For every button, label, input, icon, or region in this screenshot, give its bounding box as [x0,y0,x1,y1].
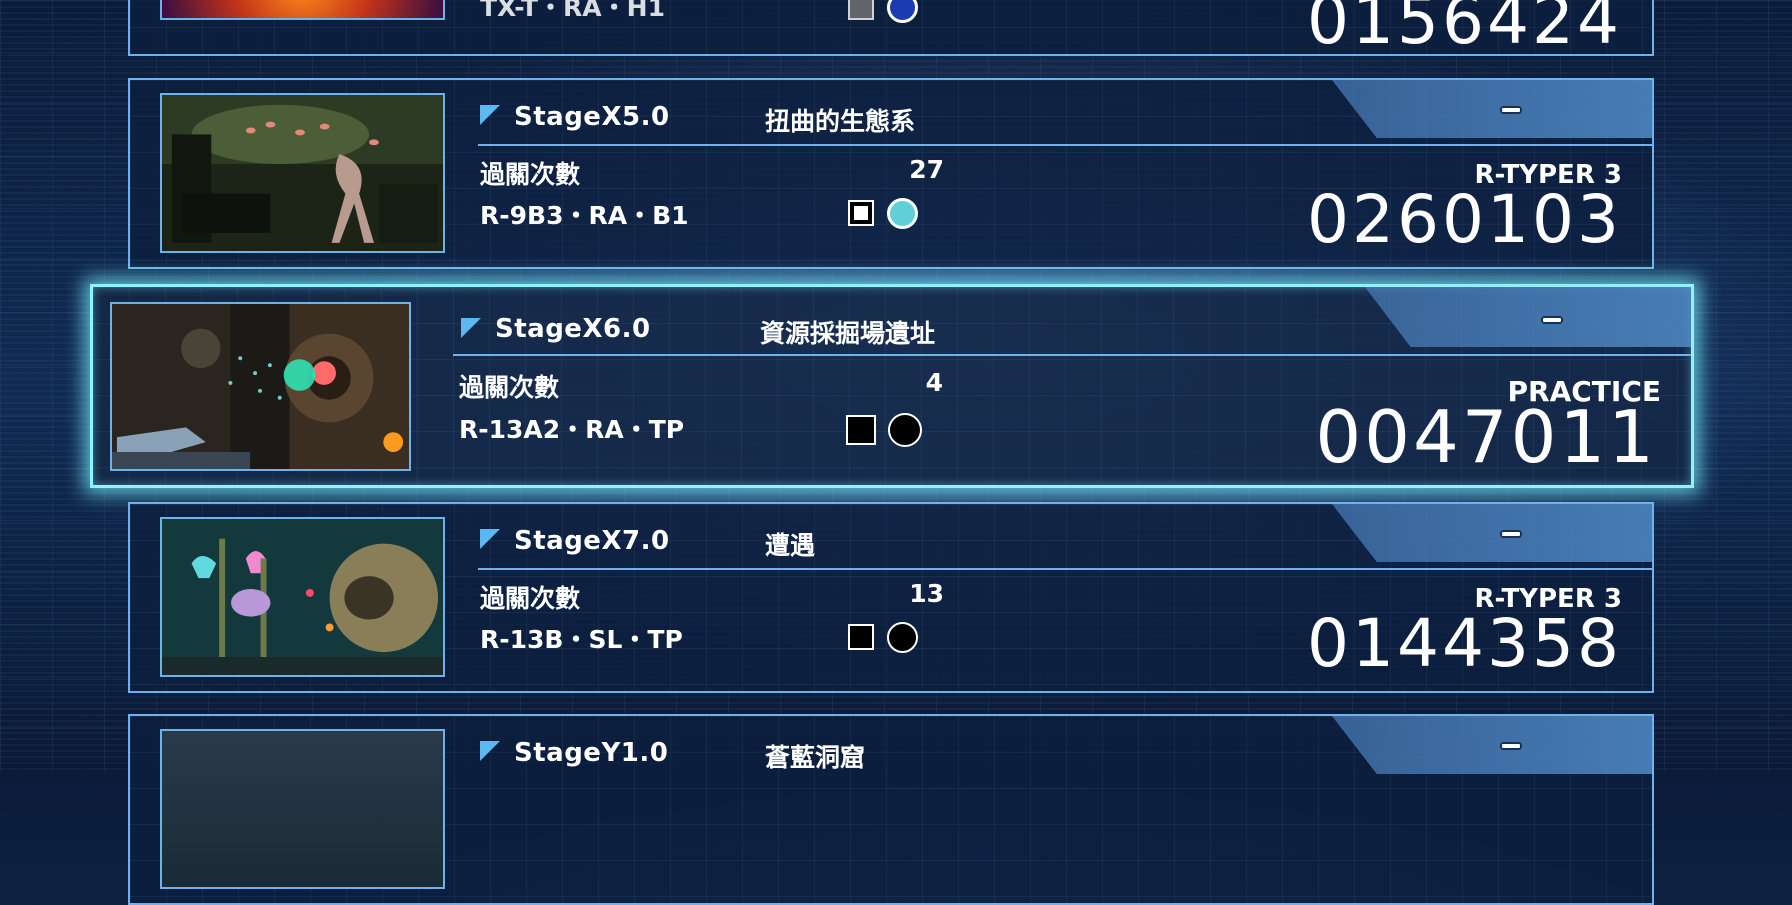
stage-title: 扭曲的生態系 [765,107,916,136]
stage-entry-1[interactable]: StageX5.0 扭曲的生態系 過關次數 27 R-9B3・RA・B1 R-T… [128,78,1654,269]
clear-count-value: 27 [909,155,944,184]
corner-marker-icon [480,529,500,549]
high-score: 0144358 [1307,605,1622,682]
dash-icon [1500,106,1522,114]
ship-loadout: TX-T・RA・H1 [480,0,665,22]
stage-entry-2-selected[interactable]: StageX6.0 資源採掘場遺址 過關次數 4 R-13A2・RA・TP PR… [90,284,1694,488]
dash-icon [1541,316,1563,324]
clear-circle-icon [887,622,918,653]
stage-thumbnail [160,93,445,253]
stage-thumbnail [160,517,445,677]
dash-icon [1500,530,1522,538]
ship-loadout: R-9B3・RA・B1 [480,201,689,230]
stage-entry-0[interactable]: TX-T・RA・H1 0156424 [128,0,1654,59]
clear-square-icon [846,415,876,445]
clear-circle-icon [887,0,918,23]
stage-title: 資源採掘場遺址 [760,319,936,348]
clear-square-icon [848,200,874,226]
ship-loadout: R-13A2・RA・TP [459,415,685,444]
high-score: 0156424 [1307,0,1622,59]
dash-icon [1500,742,1522,750]
entry-tab [1332,504,1652,562]
ship-loadout: R-13B・SL・TP [480,625,683,654]
corner-marker-icon [461,318,481,338]
stage-thumbnail [160,0,445,20]
clear-count-label: 過關次數 [480,160,581,189]
high-score: 0260103 [1307,181,1622,258]
corner-marker-icon [480,105,500,125]
clear-square-icon [848,0,874,20]
clear-count-value: 4 [925,368,943,397]
corner-marker-icon [480,741,500,761]
entry-tab [1332,80,1652,138]
stage-name: StageX5.0 [514,102,670,132]
entry-tab [1332,716,1652,774]
stage-thumbnail [160,729,445,889]
clear-square-icon [848,624,874,650]
clear-circle-icon [887,198,918,229]
stage-entry-4[interactable]: StageY1.0 蒼藍洞窟 [128,714,1654,905]
stage-entry-3[interactable]: StageX7.0 遭遇 過關次數 13 R-13B・SL・TP R-TYPER… [128,502,1654,693]
clear-count-label: 過關次數 [459,373,560,402]
stage-name: StageX6.0 [495,314,651,344]
clear-circle-icon [888,413,922,447]
stage-title: 蒼藍洞窟 [765,743,866,772]
clear-count-value: 13 [909,579,944,608]
high-score: 0047011 [1315,395,1657,479]
clear-count-label: 過關次數 [480,584,581,613]
stage-name: StageX7.0 [514,526,670,556]
stage-thumbnail [110,302,411,471]
stage-title: 遭遇 [765,531,816,560]
stage-name: StageY1.0 [514,738,669,768]
entry-tab [1365,287,1691,347]
